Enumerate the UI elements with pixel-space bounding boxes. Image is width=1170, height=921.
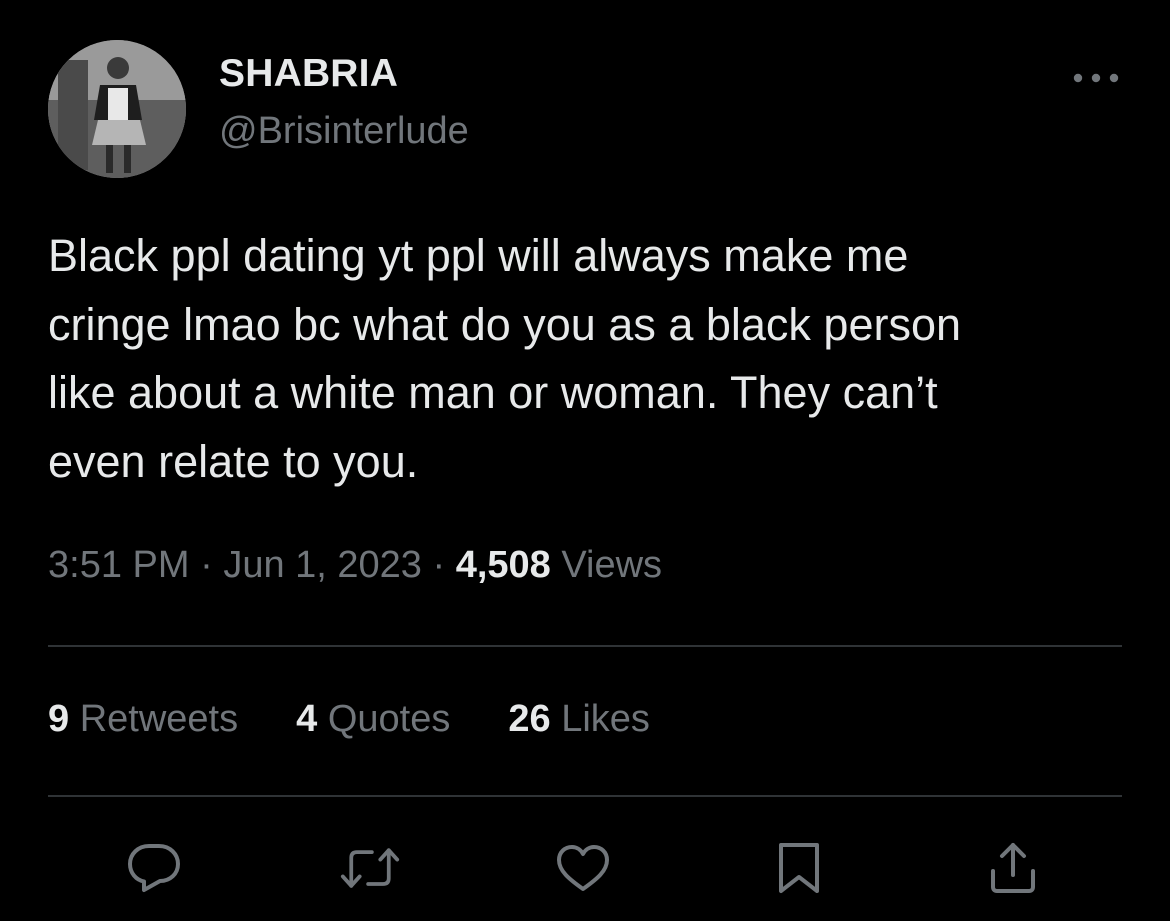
- more-horizontal-icon: [1073, 73, 1119, 83]
- like-button[interactable]: [553, 838, 613, 898]
- retweets-stat[interactable]: 9 Retweets: [48, 698, 238, 741]
- retweets-label: Retweets: [79, 698, 239, 740]
- bookmark-icon: [779, 843, 819, 893]
- retweet-icon: [340, 848, 400, 888]
- bookmark-button[interactable]: [769, 838, 829, 898]
- divider: [48, 795, 1122, 797]
- likes-label: Likes: [561, 698, 650, 740]
- divider: [48, 645, 1122, 647]
- likes-stat[interactable]: 26 Likes: [508, 698, 650, 741]
- views-count[interactable]: 4,508: [456, 544, 551, 586]
- quotes-stat[interactable]: 4 Quotes: [296, 698, 450, 741]
- meta-separator: ·: [432, 544, 446, 586]
- share-icon: [991, 843, 1035, 893]
- share-button[interactable]: [983, 838, 1043, 898]
- avatar-photo: [48, 40, 186, 178]
- author-handle[interactable]: @Brisinterlude: [219, 110, 469, 153]
- tweet-time[interactable]: 3:51 PM: [48, 544, 190, 586]
- like-icon: [557, 845, 609, 891]
- views-label[interactable]: Views: [561, 544, 662, 586]
- tweet-date[interactable]: Jun 1, 2023: [223, 544, 422, 586]
- engagement-stats: 9 Retweets 4 Quotes 26 Likes: [48, 698, 708, 741]
- quotes-label: Quotes: [327, 698, 451, 740]
- reply-icon: [128, 844, 180, 892]
- likes-count: 26: [508, 698, 551, 740]
- reply-button[interactable]: [124, 838, 184, 898]
- avatar[interactable]: [48, 40, 186, 178]
- meta-separator: ·: [200, 544, 213, 586]
- quotes-count: 4: [296, 698, 318, 740]
- retweet-button[interactable]: [340, 838, 400, 898]
- tweet-text: Black ppl dating yt ppl will always make…: [48, 230, 962, 487]
- retweets-count: 9: [48, 698, 70, 740]
- more-options-button[interactable]: [1066, 58, 1126, 98]
- author-display-name[interactable]: SHABRIA: [219, 52, 398, 96]
- tweet-meta: 3:51 PM · Jun 1, 2023 · 4,508 Views: [48, 544, 662, 587]
